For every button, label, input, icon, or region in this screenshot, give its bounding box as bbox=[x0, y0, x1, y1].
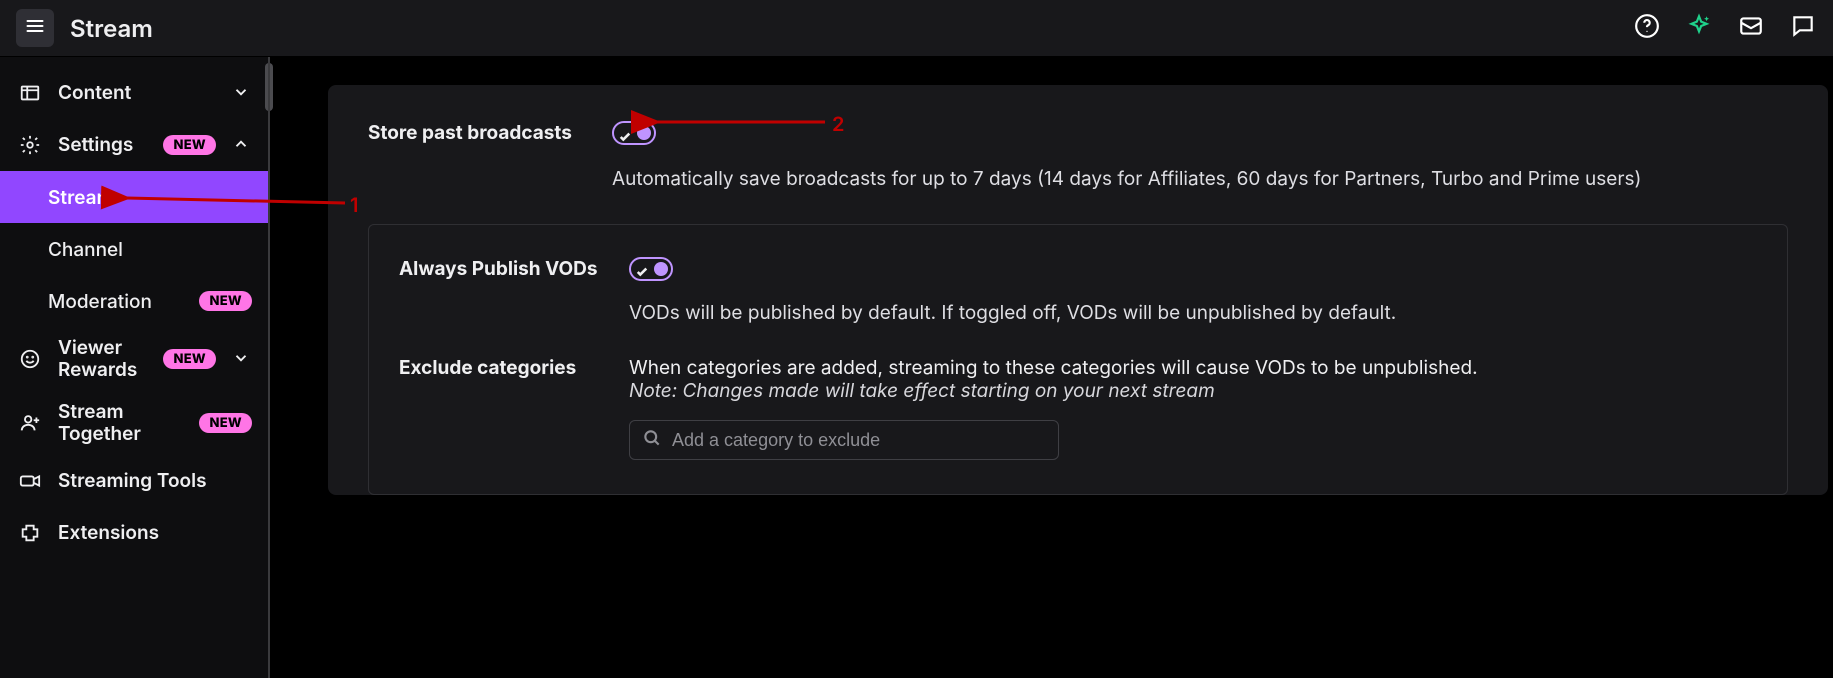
sidebar-item-stream-together[interactable]: Stream Together NEW bbox=[0, 391, 270, 455]
topbar-actions bbox=[1633, 14, 1817, 42]
sidebar-item-streaming-tools[interactable]: Streaming Tools bbox=[0, 455, 270, 507]
toggle-knob bbox=[654, 262, 668, 276]
new-badge: NEW bbox=[163, 135, 216, 155]
setting-label: Exclude categories bbox=[399, 356, 629, 460]
sidebar-item-content[interactable]: Content bbox=[0, 67, 270, 119]
menu-toggle-button[interactable] bbox=[16, 9, 54, 47]
sidebar-subitem-channel[interactable]: Channel bbox=[0, 223, 270, 275]
body: Content Settings NEW Stream Channel Mode… bbox=[0, 57, 1833, 678]
new-badge: NEW bbox=[199, 291, 252, 311]
gear-icon bbox=[18, 133, 42, 157]
settings-panel: Store past broadcasts Automatically save… bbox=[328, 85, 1828, 495]
topbar: Stream bbox=[0, 0, 1833, 57]
setting-row-store-past: Store past broadcasts Automatically save… bbox=[368, 113, 1788, 220]
sidebar-subitem-stream[interactable]: Stream bbox=[0, 171, 270, 223]
search-icon bbox=[642, 428, 662, 452]
inbox-icon bbox=[1738, 13, 1764, 43]
sidebar-item-label: Stream bbox=[48, 186, 252, 209]
sparkle-icon bbox=[1686, 13, 1712, 43]
chat-icon bbox=[1790, 13, 1816, 43]
chevron-down-icon bbox=[232, 349, 252, 369]
smile-icon bbox=[18, 347, 42, 371]
sidebar-item-settings[interactable]: Settings NEW bbox=[0, 119, 270, 171]
setting-row-exclude: Exclude categories When categories are a… bbox=[399, 350, 1757, 460]
setting-description: When categories are added, streaming to … bbox=[629, 356, 1757, 379]
sidebar-item-label: Extensions bbox=[58, 522, 252, 544]
camera-icon bbox=[18, 469, 42, 493]
toggle-always-publish[interactable] bbox=[629, 257, 673, 281]
check-icon bbox=[636, 262, 648, 282]
chevron-down-icon bbox=[232, 83, 252, 103]
puzzle-icon bbox=[18, 521, 42, 545]
setting-description: Automatically save broadcasts for up to … bbox=[612, 167, 1788, 190]
scrollbar-thumb[interactable] bbox=[265, 63, 273, 111]
help-icon bbox=[1634, 13, 1660, 43]
exclude-category-search[interactable] bbox=[629, 420, 1059, 460]
main-content: Store past broadcasts Automatically save… bbox=[270, 57, 1833, 678]
setting-row-always-publish: Always Publish VODs VODs will be publish… bbox=[399, 251, 1757, 350]
ai-sparkle-button[interactable] bbox=[1685, 14, 1713, 42]
inbox-button[interactable] bbox=[1737, 14, 1765, 42]
sidebar-item-extensions[interactable]: Extensions bbox=[0, 507, 270, 559]
sidebar-item-viewer-rewards[interactable]: Viewer Rewards NEW bbox=[0, 327, 270, 391]
help-button[interactable] bbox=[1633, 14, 1661, 42]
add-user-icon bbox=[18, 411, 42, 435]
setting-note: Note: Changes made will take effect star… bbox=[629, 379, 1757, 402]
toggle-store-past[interactable] bbox=[612, 121, 656, 145]
toggle-knob bbox=[637, 126, 651, 140]
setting-label: Always Publish VODs bbox=[399, 257, 629, 324]
content-icon bbox=[18, 81, 42, 105]
setting-label: Store past broadcasts bbox=[368, 121, 612, 190]
chevron-up-icon bbox=[232, 135, 252, 155]
sidebar: Content Settings NEW Stream Channel Mode… bbox=[0, 57, 270, 678]
sidebar-item-label: Settings bbox=[58, 134, 147, 156]
setting-description: VODs will be published by default. If to… bbox=[629, 301, 1757, 324]
sidebar-item-label: Viewer Rewards bbox=[58, 337, 147, 381]
sidebar-item-label: Streaming Tools bbox=[58, 470, 252, 492]
sidebar-item-label: Stream Together bbox=[58, 401, 183, 445]
sidebar-item-label: Channel bbox=[48, 238, 252, 261]
new-badge: NEW bbox=[163, 349, 216, 369]
vod-settings-panel: Always Publish VODs VODs will be publish… bbox=[368, 224, 1788, 495]
hamburger-icon bbox=[25, 16, 45, 40]
page-title: Stream bbox=[70, 14, 1633, 43]
sidebar-item-label: Moderation bbox=[48, 290, 187, 313]
new-badge: NEW bbox=[199, 413, 252, 433]
check-icon bbox=[619, 126, 631, 148]
exclude-category-input[interactable] bbox=[672, 430, 1046, 451]
sidebar-subitem-moderation[interactable]: Moderation NEW bbox=[0, 275, 270, 327]
sidebar-item-label: Content bbox=[58, 82, 216, 104]
chat-button[interactable] bbox=[1789, 14, 1817, 42]
